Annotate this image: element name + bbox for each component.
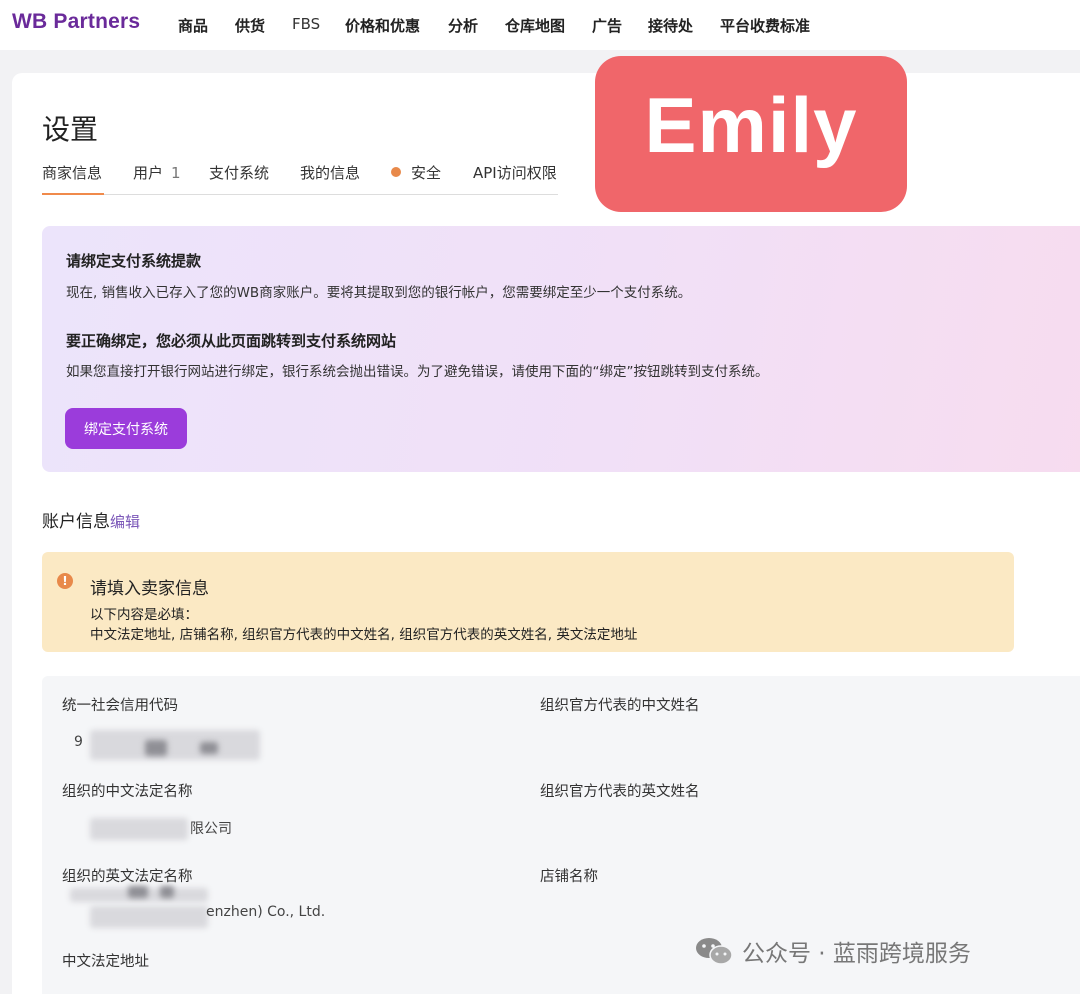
bind-payment-system-button[interactable]: 绑定支付系统 — [65, 408, 187, 449]
warning-required-fields: 中文法定地址, 店铺名称, 组织官方代表的中文姓名, 组织官方代表的英文姓名, … — [90, 627, 638, 643]
active-tab-indicator — [42, 193, 104, 195]
nav-item-ads[interactable]: 广告 — [592, 15, 622, 36]
nav-item-fbs[interactable]: FBS — [292, 15, 320, 33]
warning-title: 请填入卖家信息 — [90, 579, 209, 599]
tab-api-access[interactable]: API访问权限 — [473, 162, 557, 183]
edit-link[interactable]: 编辑 — [110, 513, 140, 531]
tab-users-label: 用户 — [133, 164, 164, 182]
redacted-value — [90, 730, 260, 760]
tab-payment-system[interactable]: 支付系统 — [209, 162, 269, 183]
warning-icon: ! — [57, 573, 73, 589]
redacted-value — [90, 906, 208, 928]
tab-merchant-info-label: 商家信息 — [42, 164, 103, 182]
account-info-label: 账户信息 — [42, 512, 110, 532]
redacted-value — [160, 886, 174, 898]
users-count-badge: 1 — [171, 164, 181, 182]
redacted-value — [128, 886, 148, 898]
tab-merchant-info[interactable]: 商家信息 — [42, 162, 102, 183]
nav-item-products[interactable]: 商品 — [178, 15, 208, 36]
redacted-value — [145, 740, 167, 756]
credit-code-value: 9 — [74, 734, 83, 750]
nav-item-prices[interactable]: 价格和优惠 — [345, 15, 420, 36]
page-title: 设置 — [42, 113, 99, 146]
nav-item-supply[interactable]: 供货 — [235, 15, 265, 36]
settings-tabs: 商家信息 用户 1 支付系统 我的信息 安全 API访问权限 — [42, 160, 558, 195]
watermark-text: 公众号 · 蓝雨跨境服务 — [742, 941, 971, 967]
logo[interactable]: WB Partners — [12, 10, 140, 34]
warning-required-label: 以下内容是必填： — [90, 607, 198, 623]
rep-en-name-label: 组织官方代表的英文姓名 — [540, 784, 700, 800]
org-en-name-value: enzhen) Co., Ltd. — [206, 904, 326, 920]
top-navigation: WB Partners 商品 供货 FBS 价格和优惠 分析 仓库地图 广告 接… — [0, 0, 1080, 50]
org-en-name-label: 组织的英文法定名称 — [62, 869, 193, 885]
redacted-value — [90, 818, 188, 840]
tab-security-label: 安全 — [411, 164, 442, 182]
tab-security[interactable]: 安全 — [391, 162, 441, 183]
tab-users[interactable]: 用户 1 — [133, 162, 181, 183]
redacted-value — [200, 742, 218, 754]
nav-item-reception[interactable]: 接待处 — [648, 15, 693, 36]
alert-dot-icon — [391, 167, 401, 177]
tab-my-info[interactable]: 我的信息 — [300, 162, 360, 183]
cn-address-label: 中文法定地址 — [62, 954, 149, 970]
credit-code-label: 统一社会信用代码 — [62, 698, 178, 714]
rep-cn-name-label: 组织官方代表的中文姓名 — [540, 698, 700, 714]
account-info-title: 账户信息编辑 — [42, 507, 140, 532]
org-cn-name-label: 组织的中文法定名称 — [62, 784, 193, 800]
banner-heading: 请绑定支付系统提款 — [66, 252, 202, 270]
shop-name-label: 店铺名称 — [540, 869, 598, 885]
nav-item-analytics[interactable]: 分析 — [448, 15, 478, 36]
nav-item-fees[interactable]: 平台收费标准 — [720, 15, 810, 36]
name-badge-text: Emily — [644, 81, 858, 169]
watermark: 公众号 · 蓝雨跨境服务 — [694, 934, 971, 968]
nav-item-warehouse-map[interactable]: 仓库地图 — [505, 15, 565, 36]
banner-subheading: 要正确绑定，您必须从此页面跳转到支付系统网站 — [66, 332, 397, 350]
banner-text: 现在, 销售收入已存入了您的WB商家账户。要将其提取到您的银行帐户，您需要绑定至… — [66, 285, 692, 301]
banner-subtext: 如果您直接打开银行网站进行绑定，银行系统会抛出错误。为了避免错误，请使用下面的“… — [66, 364, 769, 380]
org-cn-name-value: 限公司 — [190, 821, 232, 837]
wechat-icon — [694, 936, 734, 966]
